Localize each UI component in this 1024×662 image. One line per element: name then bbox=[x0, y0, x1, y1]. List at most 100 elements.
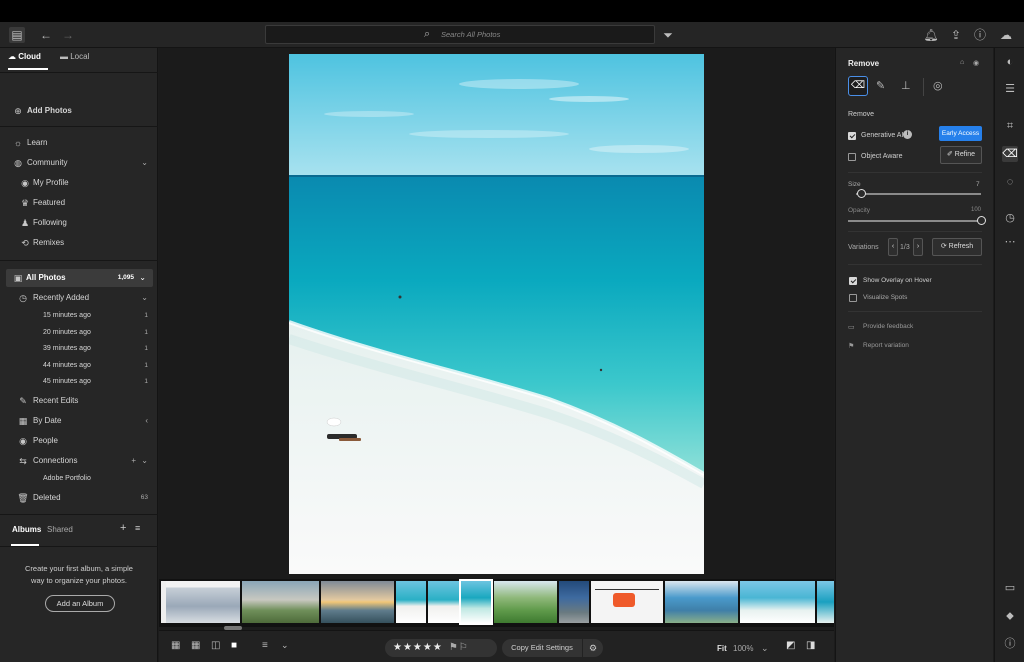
sidebar-item-adobe-portfolio[interactable]: Adobe Portfolio bbox=[0, 470, 158, 488]
more-icon[interactable]: ⋯ bbox=[1002, 234, 1018, 250]
generative-ai-label: Generative AI bbox=[861, 132, 904, 139]
info-circle-icon[interactable]: ⓘ bbox=[1002, 636, 1018, 652]
presets-icon[interactable]: ◐ bbox=[1002, 54, 1018, 70]
plus-icon[interactable]: + bbox=[131, 452, 136, 470]
film-thumb[interactable] bbox=[665, 581, 738, 623]
sidebar-toggle-icon[interactable]: ▤ bbox=[9, 27, 25, 43]
size-slider-knob[interactable] bbox=[856, 189, 866, 198]
help-icon[interactable]: ⓘ bbox=[972, 27, 988, 43]
share-icon[interactable]: ⇪ bbox=[948, 27, 964, 43]
sidebar-item-featured[interactable]: ♛ Featured bbox=[0, 194, 158, 212]
remove-tool-icon[interactable]: ⌫ bbox=[1002, 146, 1018, 162]
film-thumb[interactable] bbox=[321, 581, 394, 623]
divider bbox=[0, 514, 158, 515]
provide-feedback-link[interactable]: Provide feedback bbox=[863, 323, 913, 330]
refine-button[interactable]: ✐ Refine bbox=[940, 146, 982, 164]
film-thumb[interactable] bbox=[817, 581, 834, 623]
sidebar-item-people[interactable]: ◉ People bbox=[0, 432, 158, 450]
film-thumb[interactable] bbox=[428, 581, 459, 623]
info-icon[interactable]: i bbox=[903, 130, 912, 139]
sidebar-item-by-date[interactable]: ▦ By Date ‹ bbox=[0, 412, 158, 430]
tab-albums[interactable]: Albums bbox=[12, 525, 41, 534]
search-input[interactable]: ⌕ Search All Photos bbox=[265, 25, 655, 44]
add-album-plus-icon[interactable]: + bbox=[120, 522, 126, 534]
comments-icon[interactable]: ▭ bbox=[1002, 580, 1018, 596]
generative-ai-checkbox[interactable] bbox=[848, 132, 856, 140]
back-arrow-icon[interactable]: ← bbox=[38, 27, 54, 43]
film-thumb[interactable] bbox=[559, 581, 589, 623]
zoom-level[interactable]: 100% bbox=[733, 644, 753, 653]
add-album-button[interactable]: Add an Album bbox=[45, 595, 115, 612]
detect-distractions-icon[interactable]: ◎ bbox=[933, 79, 943, 92]
tab-cloud[interactable]: ☁ Cloud bbox=[8, 52, 41, 61]
rating-stars[interactable]: ★★★★★ ⚑⚐ bbox=[385, 639, 497, 657]
sidebar-item-remixes[interactable]: ⟲ Remixes bbox=[0, 234, 158, 252]
object-aware-checkbox[interactable] bbox=[848, 153, 856, 161]
filmstrip[interactable] bbox=[159, 579, 834, 627]
copy-edit-settings-button[interactable]: Copy Edit Settings bbox=[502, 639, 582, 657]
visualize-spots-checkbox[interactable] bbox=[849, 294, 857, 302]
chevron-down-icon: ⌄ bbox=[141, 293, 148, 302]
opacity-slider[interactable] bbox=[848, 220, 981, 222]
film-thumb[interactable] bbox=[740, 581, 815, 623]
sidebar-item-recently-added[interactable]: ◷ Recently Added ⌄ bbox=[0, 289, 158, 307]
sidebar-item-my-profile[interactable]: ◉ My Profile bbox=[0, 174, 158, 192]
previous-variation-button[interactable]: ‹ bbox=[888, 238, 898, 256]
film-thumb-selected[interactable] bbox=[459, 579, 493, 625]
sidebar-item-learn[interactable]: ☼ Learn bbox=[0, 134, 158, 152]
sidebar-item-deleted[interactable]: 🗑︎ Deleted 63 bbox=[0, 489, 158, 507]
sort-lines-icon[interactable]: ≡ bbox=[262, 640, 268, 651]
gear-icon[interactable]: ⚙ bbox=[583, 639, 603, 657]
before-after-icon[interactable]: ◩ bbox=[786, 640, 795, 651]
divider bbox=[0, 546, 158, 547]
bell-icon[interactable]: 🔔︎ bbox=[923, 27, 939, 43]
film-thumb[interactable] bbox=[396, 581, 426, 623]
visibility-icon[interactable]: ◉ bbox=[973, 59, 979, 67]
forward-arrow-icon[interactable]: → bbox=[60, 27, 76, 43]
reset-icon[interactable]: ⌂ bbox=[960, 59, 964, 66]
sidebar-item-recent-edits[interactable]: ✎ Recent Edits bbox=[0, 392, 158, 410]
all-photos-row[interactable]: ▣ All Photos 1,095 ⌄ bbox=[0, 269, 158, 287]
grid-small-view-icon[interactable]: ▦ bbox=[171, 640, 180, 651]
sidebar-item-following[interactable]: ♟ Following bbox=[0, 214, 158, 232]
recent-item[interactable]: 39 minutes ago 1 bbox=[0, 340, 158, 358]
film-thumb[interactable] bbox=[494, 581, 557, 623]
early-access-badge: Early Access bbox=[939, 126, 982, 141]
tab-shared[interactable]: Shared bbox=[47, 525, 73, 534]
add-photos-button[interactable]: ⊕ Add Photos bbox=[0, 102, 158, 120]
sidebar-item-connections[interactable]: ⇆ Connections + ⌄ bbox=[0, 452, 158, 470]
filter-icon[interactable]: ⏷ bbox=[660, 27, 676, 43]
size-slider[interactable] bbox=[856, 193, 981, 195]
cloud-icon[interactable]: ☁ bbox=[998, 27, 1014, 43]
sidebar-item-community[interactable]: ◍ Community ⌄ bbox=[0, 154, 158, 172]
next-variation-button[interactable]: › bbox=[913, 238, 923, 256]
sort-icon[interactable]: ≡ bbox=[135, 523, 140, 533]
split-view-icon[interactable]: ◨ bbox=[806, 640, 815, 651]
compare-view-icon[interactable]: ◫ bbox=[211, 640, 220, 651]
history-icon[interactable]: ◷ bbox=[1002, 210, 1018, 226]
chevron-down-icon[interactable]: ⌄ bbox=[761, 643, 769, 654]
fit-label[interactable]: Fit bbox=[717, 644, 727, 653]
recent-item[interactable]: 15 minutes ago 1 bbox=[0, 307, 158, 325]
clone-stamp-icon[interactable]: ⊥ bbox=[901, 79, 911, 92]
opacity-slider-knob[interactable] bbox=[976, 216, 986, 225]
chevron-down-icon[interactable]: ⌄ bbox=[281, 640, 289, 651]
report-variation-link[interactable]: Report variation bbox=[863, 342, 909, 349]
masking-icon[interactable]: ◌ bbox=[1002, 174, 1018, 190]
show-overlay-checkbox[interactable] bbox=[849, 277, 857, 285]
tag-icon[interactable]: ⬥ bbox=[1002, 608, 1018, 624]
flag-icon[interactable]: ⚑⚐ bbox=[449, 642, 469, 653]
film-thumb[interactable] bbox=[242, 581, 319, 623]
tab-local[interactable]: ▬ Local bbox=[60, 52, 89, 61]
refresh-button[interactable]: ⟳ Refresh bbox=[932, 238, 982, 256]
edit-sliders-icon[interactable]: ☰ bbox=[1002, 81, 1018, 97]
main-photo[interactable] bbox=[289, 54, 704, 574]
crop-icon[interactable]: ⌗ bbox=[1002, 118, 1018, 134]
film-thumb[interactable] bbox=[591, 581, 663, 623]
single-view-icon[interactable]: ■ bbox=[231, 640, 237, 651]
recent-item[interactable]: 45 minutes ago 1 bbox=[0, 373, 158, 391]
grid-large-view-icon[interactable]: ▦ bbox=[191, 640, 200, 651]
eraser-tool-icon[interactable]: ⌫ bbox=[848, 76, 868, 96]
film-thumb[interactable] bbox=[166, 581, 240, 623]
healing-brush-icon[interactable]: ✎ bbox=[876, 79, 885, 92]
